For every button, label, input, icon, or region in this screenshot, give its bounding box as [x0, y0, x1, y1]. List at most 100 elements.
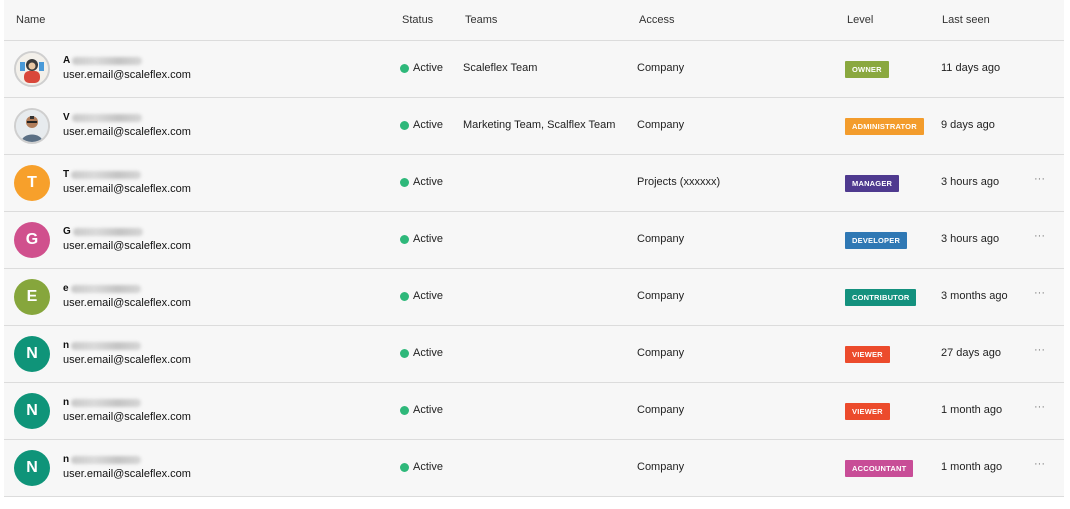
more-options-icon[interactable]: ··· — [1034, 173, 1045, 185]
column-header-status[interactable]: Status — [402, 14, 433, 26]
teams-cell: Scaleflex Team — [463, 62, 538, 74]
avatar-letter: N — [26, 402, 38, 419]
user-email: user.email@scaleflex.com — [63, 411, 191, 423]
table-row[interactable]: G Guser.email@scaleflex.com Active Company D… — [4, 212, 1064, 269]
last-seen-cell: 1 month ago — [941, 404, 1003, 416]
table-row[interactable]: Nn user.email@scaleflex.com Active Company V… — [4, 326, 1064, 383]
column-header-last-seen[interactable]: Last seen — [942, 14, 990, 26]
user-name-initial: n — [63, 340, 70, 351]
user-initial-avatar: N — [14, 450, 50, 486]
user-email: user.email@scaleflex.com — [63, 69, 191, 81]
avatar-letter: T — [27, 174, 37, 191]
user-name-initial: V — [63, 112, 70, 123]
table-row[interactable]: Vuser.email@scaleflex.com Active Marketing… — [4, 98, 1064, 155]
redacted-name — [71, 398, 142, 407]
level-badge: VIEWER — [845, 346, 890, 363]
user-name-initial: A — [63, 55, 71, 66]
more-options-icon[interactable]: ··· — [1034, 458, 1045, 470]
status-label: Active — [413, 290, 443, 302]
status-cell: Active — [400, 290, 443, 302]
redacted-name — [71, 341, 142, 350]
access-cell: Projects (xxxxxx) — [637, 176, 721, 188]
status-dot-icon — [400, 462, 409, 472]
status-cell: Active — [400, 347, 443, 359]
status-dot-icon — [400, 348, 409, 358]
status-cell: Active — [400, 404, 443, 416]
avatar-letter: N — [26, 459, 38, 476]
more-options-icon[interactable]: ··· — [1034, 344, 1045, 356]
status-label: Active — [413, 62, 443, 74]
status-dot-icon — [400, 291, 409, 301]
user-email: user.email@scaleflex.com — [63, 468, 191, 480]
user-name-initial: e — [63, 283, 69, 294]
last-seen-cell: 3 hours ago — [941, 176, 1000, 188]
table-row[interactable]: T Tuser.email@scaleflex.com Active Projects… — [4, 155, 1064, 212]
user-name: V — [63, 111, 142, 124]
last-seen-cell: 3 months ago — [941, 290, 1008, 302]
last-seen-cell: 3 hours ago — [941, 233, 1000, 245]
user-email: user.email@scaleflex.com — [63, 297, 191, 309]
user-name: G — [63, 225, 143, 238]
level-badge: ACCOUNTANT — [845, 460, 914, 477]
level-badge: CONTRIBUTOR — [845, 289, 917, 306]
status-dot-icon — [400, 63, 409, 73]
user-initial-avatar: T — [14, 165, 50, 201]
status-cell: Active — [400, 461, 443, 473]
user-initial-avatar: E — [14, 279, 50, 315]
teams-cell: Marketing Team, Scalflex Team — [463, 119, 616, 131]
status-dot-icon — [400, 234, 409, 244]
level-badge: VIEWER — [845, 403, 890, 420]
user-email: user.email@scaleflex.com — [63, 240, 191, 252]
user-name-initial: n — [63, 454, 70, 465]
access-cell: Company — [637, 290, 685, 302]
user-email: user.email@scaleflex.com — [63, 354, 191, 366]
level-badge: MANAGER — [845, 175, 900, 192]
table-row[interactable]: Ee user.email@scaleflex.com Active Company C… — [4, 269, 1064, 326]
user-name: e — [63, 282, 141, 295]
last-seen-cell: 11 days ago — [941, 62, 1001, 74]
more-options-icon[interactable]: ··· — [1034, 401, 1045, 413]
user-name: n — [63, 453, 142, 466]
access-cell: Company — [637, 119, 685, 131]
user-name: n — [63, 396, 142, 409]
avatar-letter: E — [26, 288, 38, 305]
column-header-access[interactable]: Access — [639, 14, 674, 26]
user-initial-avatar: N — [14, 393, 50, 429]
users-table: Name Status Teams Access Level Last seen… — [4, 0, 1064, 497]
access-cell: Company — [637, 233, 685, 245]
table-row[interactable]: Nn user.email@scaleflex.com Active Company A… — [4, 440, 1064, 497]
table-header: Name Status Teams Access Level Last seen — [4, 0, 1064, 41]
table-row[interactable]: Nn user.email@scaleflex.com Active Company V… — [4, 383, 1064, 440]
more-options-icon[interactable]: ··· — [1034, 230, 1045, 242]
column-header-teams[interactable]: Teams — [465, 14, 497, 26]
column-header-name[interactable]: Name — [16, 14, 45, 26]
user-initial-avatar: N — [14, 336, 50, 372]
redacted-name — [72, 56, 143, 65]
avatar-letter: G — [25, 231, 39, 248]
more-options-icon[interactable]: ··· — [1034, 287, 1045, 299]
redacted-name — [71, 455, 142, 464]
status-label: Active — [413, 347, 443, 359]
redacted-name — [71, 170, 142, 179]
status-cell: Active — [400, 119, 443, 131]
user-name-initial: n — [63, 397, 70, 408]
user-initial-avatar: G — [14, 222, 50, 258]
access-cell: Company — [637, 347, 685, 359]
status-label: Active — [413, 233, 443, 245]
column-header-level[interactable]: Level — [847, 14, 873, 26]
redacted-name — [71, 113, 142, 122]
status-cell: Active — [400, 62, 443, 74]
user-photo-avatar — [14, 108, 50, 144]
level-badge: ADMINISTRATOR — [845, 118, 924, 135]
status-dot-icon — [400, 405, 409, 415]
user-photo-avatar — [14, 51, 50, 87]
table-row[interactable]: Auser.email@scaleflex.com Active Scaleflex… — [4, 41, 1064, 98]
user-email: user.email@scaleflex.com — [63, 183, 191, 195]
access-cell: Company — [637, 461, 685, 473]
user-name-initial: T — [63, 169, 70, 180]
user-name: n — [63, 339, 142, 352]
user-name: A — [63, 54, 143, 67]
redacted-name — [72, 227, 143, 236]
user-name-initial: G — [63, 226, 71, 237]
redacted-name — [70, 284, 141, 293]
